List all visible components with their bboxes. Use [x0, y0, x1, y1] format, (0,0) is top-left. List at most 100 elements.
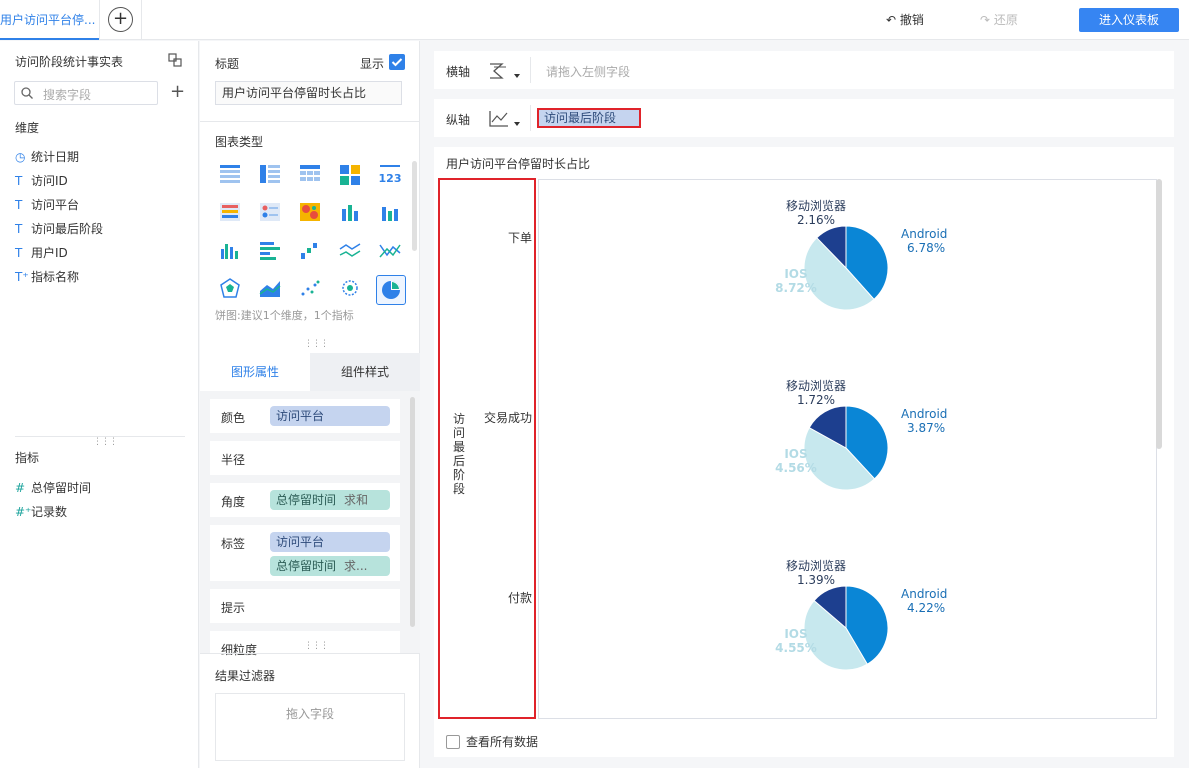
- field-pill[interactable]: 总停留时间 求...: [270, 556, 390, 576]
- table-chart-icon[interactable]: [220, 165, 240, 183]
- category-label: 下单: [507, 231, 532, 245]
- combo-line-icon[interactable]: [379, 244, 401, 258]
- section-divider: [200, 121, 420, 122]
- column-chart-icon[interactable]: [221, 244, 238, 259]
- property-name: 提示: [221, 601, 246, 615]
- tab-separator: [141, 0, 142, 40]
- search-placeholder: 搜索字段: [43, 88, 92, 102]
- undo-button[interactable]: ↶ 撤销: [886, 10, 924, 30]
- text-icon: T: [15, 174, 23, 188]
- slice-label: 移动浏览器2.16%: [786, 198, 846, 227]
- slice-label: Android3.87%: [901, 407, 947, 435]
- field-pill[interactable]: 访问平台: [270, 532, 390, 552]
- search-input[interactable]: 搜索字段: [14, 81, 158, 105]
- x-axis-sort-icon[interactable]: [488, 61, 522, 81]
- slice-label: 移动浏览器1.72%: [786, 378, 846, 407]
- pill-label: 总停留时间: [276, 493, 337, 507]
- bubble-chart-icon[interactable]: [342, 280, 358, 296]
- enter-dashboard-button[interactable]: 进入仪表板: [1079, 8, 1179, 32]
- tab-component-style[interactable]: 组件样式: [310, 353, 420, 391]
- dimension-field[interactable]: T⁺ 指标名称: [15, 267, 79, 287]
- area-chart-icon[interactable]: [259, 281, 281, 297]
- scatter-chart-icon[interactable]: [301, 280, 320, 296]
- add-tab-icon[interactable]: +: [108, 7, 133, 32]
- view-all-data-checkbox[interactable]: 查看所有数据: [446, 733, 538, 750]
- slice-value-label: 1.72%: [797, 393, 835, 407]
- y-axis-label: 纵轴: [446, 113, 471, 127]
- bar-chart-icon[interactable]: [382, 207, 398, 221]
- switch-table-icon[interactable]: [168, 53, 182, 67]
- number-card-icon[interactable]: 123: [379, 165, 402, 185]
- slice-name-label: 移动浏览器: [786, 378, 846, 393]
- field-name: 指标名称: [31, 270, 80, 284]
- tab-graphic-properties[interactable]: 图形属性: [200, 353, 310, 391]
- heatmap-icon[interactable]: [300, 203, 320, 221]
- radar-chart-icon[interactable]: [220, 278, 240, 298]
- dimension-field[interactable]: T 访问最后阶段: [15, 219, 103, 239]
- measure-field[interactable]: #⁺记录数: [15, 502, 67, 522]
- show-title-checkbox[interactable]: [389, 54, 405, 70]
- slice-label: 移动浏览器1.39%: [786, 558, 846, 587]
- resize-grip-icon[interactable]: ⋮⋮⋮: [93, 437, 118, 447]
- table-title: 访问阶段统计事实表: [15, 55, 124, 69]
- slice-label: Android4.22%: [901, 587, 947, 615]
- dimension-field[interactable]: T 访问ID: [15, 171, 68, 191]
- kpi-list-icon[interactable]: [260, 203, 280, 221]
- field-name: 访问ID: [31, 174, 68, 188]
- property-tabs: 图形属性 组件样式: [200, 353, 420, 391]
- kpi-table-icon[interactable]: [220, 203, 240, 221]
- line-chart-icon[interactable]: [339, 243, 361, 257]
- chart-type-scrollbar[interactable]: [412, 161, 417, 251]
- dimension-field[interactable]: T 用户ID: [15, 243, 68, 263]
- axis-separator: [530, 105, 531, 131]
- stacked-bar-icon[interactable]: [342, 205, 358, 221]
- slice-value-label: 1.39%: [797, 573, 835, 587]
- dimension-section-label: 维度: [15, 121, 40, 135]
- slice-value-label: 4.55%: [775, 641, 817, 655]
- pie-chart-type-button[interactable]: [376, 275, 406, 305]
- x-axis-drop-zone[interactable]: 请拖入左侧字段: [546, 63, 630, 80]
- top-bar: 用户访问平台停... + ↶ 撤销 ↷ 还原 进入仪表板: [0, 0, 1189, 40]
- dimension-field[interactable]: ◷ 统计日期: [15, 147, 79, 167]
- horizontal-bar-icon[interactable]: [260, 242, 280, 260]
- add-field-icon[interactable]: +: [170, 81, 185, 103]
- filter-drop-zone[interactable]: 拖入字段: [215, 693, 405, 761]
- grouped-table-icon[interactable]: [260, 165, 280, 183]
- y-axis-sort-icon[interactable]: [488, 109, 522, 129]
- x-axis-label: 横轴: [446, 65, 471, 79]
- tab-chart-title[interactable]: 用户访问平台停...: [0, 0, 100, 40]
- property-name: 角度: [221, 495, 246, 509]
- property-row[interactable]: 颜色 访问平台: [210, 399, 400, 433]
- aggregation-label: 求...: [344, 559, 368, 573]
- field-pill[interactable]: 总停留时间 求和: [270, 490, 390, 510]
- resize-grip-icon[interactable]: ⋮⋮⋮: [304, 339, 329, 349]
- property-row[interactable]: 角度 总停留时间 求和: [210, 483, 400, 517]
- property-row[interactable]: 半径: [210, 441, 400, 475]
- checkbox-icon: [446, 735, 460, 749]
- chart-scrollbar[interactable]: [1156, 179, 1162, 449]
- resize-grip-icon[interactable]: ⋮⋮⋮: [304, 641, 329, 651]
- slice-label: Android6.78%: [901, 227, 947, 255]
- dimension-field[interactable]: T 访问平台: [15, 195, 79, 215]
- treemap-icon[interactable]: [340, 165, 360, 185]
- row-dimension-header: 访问最后阶段: [438, 178, 536, 719]
- property-name: 半径: [221, 453, 246, 467]
- y-axis-field-pill[interactable]: 访问最后阶段: [537, 108, 641, 128]
- waterfall-icon[interactable]: [301, 243, 317, 259]
- property-row[interactable]: 提示: [210, 589, 400, 623]
- redo-button[interactable]: ↷ 还原: [980, 10, 1018, 30]
- field-pill[interactable]: 访问平台: [270, 406, 390, 426]
- property-row[interactable]: 标签 访问平台 总停留时间 求...: [210, 525, 400, 581]
- slice-name-label: IOS: [784, 627, 807, 641]
- measure-field[interactable]: # 总停留时间: [15, 478, 91, 498]
- pill-label: 总停留时间: [276, 559, 337, 573]
- plot-frame: Android 6.78% IOS 8.72% 移动浏览器 2.16% Android 3.8…: [538, 179, 1157, 719]
- pill-label: 访问平台: [276, 409, 325, 423]
- chart-type-label: 图表类型: [215, 135, 264, 149]
- chart-title-input[interactable]: 用户访问平台停留时长占比: [215, 81, 402, 105]
- cross-table-icon[interactable]: [300, 165, 320, 181]
- slice-value-label: 3.87%: [907, 421, 945, 435]
- property-scrollbar[interactable]: [410, 397, 415, 627]
- category-label: 交易成功: [483, 411, 532, 425]
- text-plus-icon: T⁺: [15, 270, 29, 284]
